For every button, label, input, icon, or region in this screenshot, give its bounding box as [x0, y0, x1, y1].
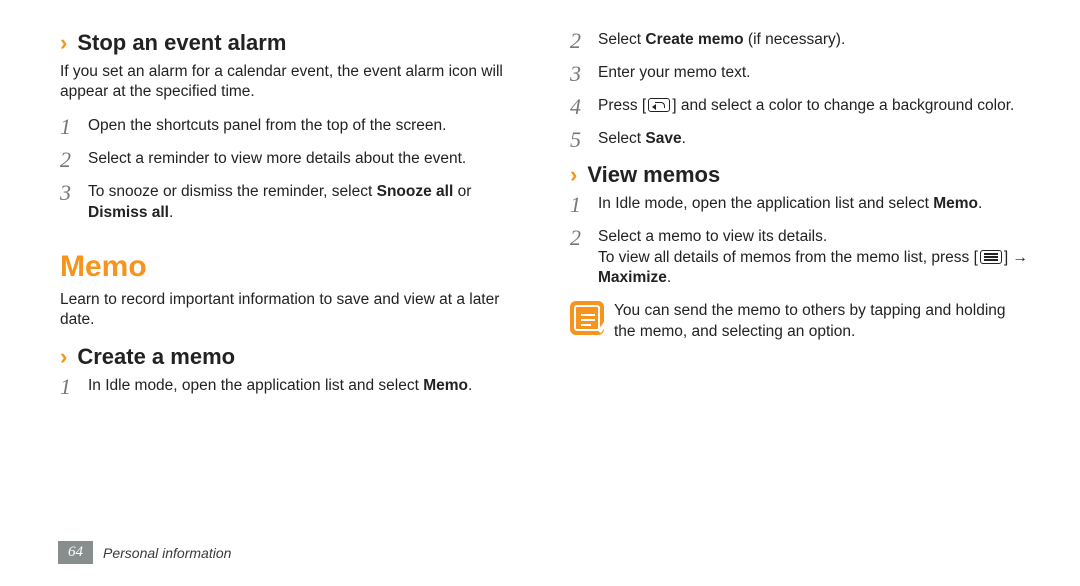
step-item: In Idle mode, open the application list …: [570, 194, 1030, 215]
steps-view-memos: In Idle mode, open the application list …: [570, 194, 1030, 290]
steps-create-memo-continued: Select Create memo (if necessary). Enter …: [570, 30, 1030, 150]
chevron-icon: ›: [60, 344, 67, 370]
step-item: Select Create memo (if necessary).: [570, 30, 1030, 51]
steps-create-memo: In Idle mode, open the application list …: [60, 376, 520, 397]
step-item: Enter your memo text.: [570, 63, 1030, 84]
heading-create-memo: › Create a memo: [60, 344, 520, 370]
step-item: Select Save.: [570, 129, 1030, 150]
step-item: In Idle mode, open the application list …: [60, 376, 520, 397]
intro-stop-alarm: If you set an alarm for a calendar event…: [60, 62, 520, 102]
note: You can send the memo to others by tappi…: [570, 301, 1030, 343]
note-icon: [570, 301, 604, 335]
step-item: Open the shortcuts panel from the top of…: [60, 116, 520, 137]
heading-text: Stop an event alarm: [77, 30, 286, 56]
chevron-icon: ›: [60, 30, 67, 56]
step-item: Select a memo to view its details.To vie…: [570, 227, 1030, 290]
page-footer: 64 Personal information: [58, 541, 231, 564]
right-column: Select Create memo (if necessary). Enter …: [570, 30, 1030, 586]
step-item: Select a reminder to view more details a…: [60, 149, 520, 170]
chevron-icon: ›: [570, 162, 577, 188]
page-number: 64: [58, 541, 93, 564]
manual-page: › Stop an event alarm If you set an alar…: [0, 0, 1080, 586]
steps-stop-alarm: Open the shortcuts panel from the top of…: [60, 116, 520, 224]
step-item: Press [] and select a color to change a …: [570, 96, 1030, 117]
intro-memo: Learn to record important information to…: [60, 290, 520, 330]
back-key-icon: [648, 98, 670, 112]
step-item: To snooze or dismiss the reminder, selec…: [60, 182, 520, 224]
section-memo-title: Memo: [60, 250, 520, 284]
heading-stop-alarm: › Stop an event alarm: [60, 30, 520, 56]
note-text: You can send the memo to others by tappi…: [614, 301, 1030, 343]
left-column: › Stop an event alarm If you set an alar…: [60, 30, 520, 586]
heading-text: Create a memo: [77, 344, 235, 370]
heading-text: View memos: [587, 162, 720, 188]
menu-key-icon: [980, 250, 1002, 264]
heading-view-memos: › View memos: [570, 162, 1030, 188]
chapter-name: Personal information: [103, 545, 231, 561]
